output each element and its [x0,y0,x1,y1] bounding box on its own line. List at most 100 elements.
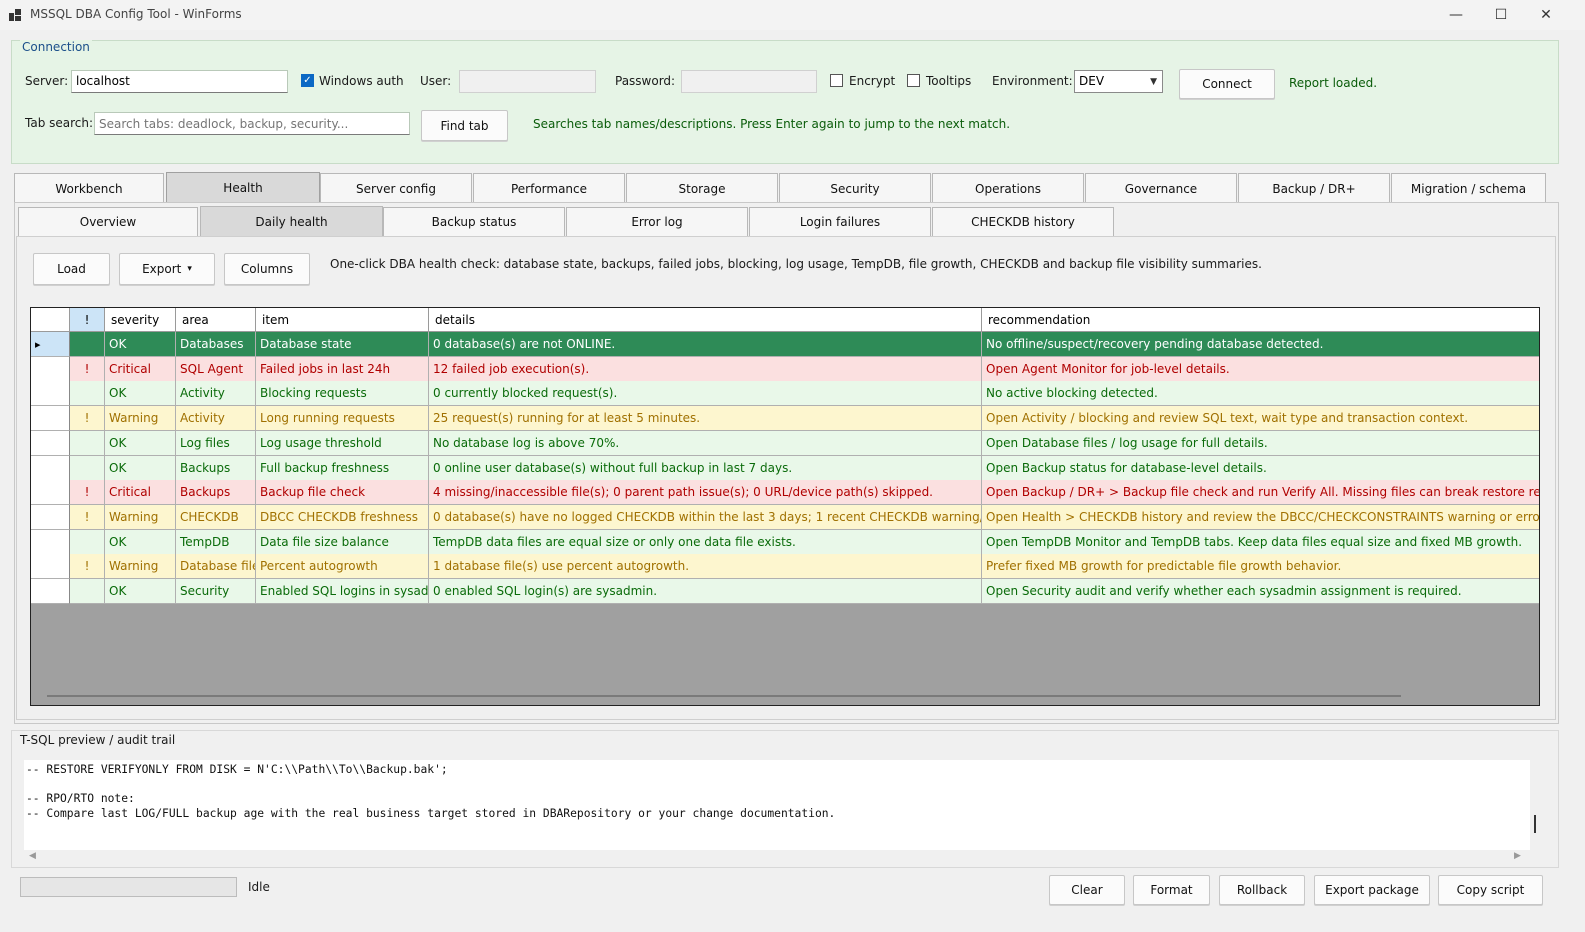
maximize-button[interactable]: ☐ [1478,0,1524,30]
cell-area[interactable]: Activity [176,406,256,432]
cell-details[interactable]: 25 request(s) running for at least 5 min… [429,406,982,432]
tab-health[interactable]: Health [166,172,320,203]
table-row[interactable]: OK TempDB Data file size balance TempDB dat… [31,529,1539,555]
cell-details[interactable]: 0 currently blocked request(s). [429,381,982,407]
cell-recommendation[interactable]: Open Activity / blocking and review SQL … [982,406,1539,432]
environment-select[interactable]: DEV ▼ [1074,70,1163,93]
scroll-left-icon[interactable]: ◀ [29,851,36,861]
tab-operations[interactable]: Operations [932,173,1084,203]
copy-script-button[interactable]: Copy script [1438,875,1543,905]
cell-severity[interactable]: Critical [105,356,176,382]
row-header[interactable] [31,529,70,555]
tab-storage[interactable]: Storage [626,173,778,203]
row-header[interactable] [31,480,70,506]
horizontal-scrollbar[interactable] [47,695,1401,697]
column-header-recommendation[interactable]: recommendation [982,308,1539,332]
cell-details[interactable]: 1 database file(s) use percent autogrowt… [429,554,982,580]
tsql-horizontal-scrollbar[interactable]: ◀ ▶ [24,850,1530,866]
load-button[interactable]: Load [33,253,110,285]
cell-severity[interactable]: Warning [105,554,176,580]
cell-flag[interactable] [70,529,105,555]
cell-area[interactable]: Database files [176,554,256,580]
row-header[interactable]: ▸ [31,332,70,357]
cell-flag[interactable]: ! [70,406,105,432]
column-header-flag[interactable]: ! [70,308,105,332]
row-header[interactable] [31,356,70,382]
row-header[interactable] [31,381,70,407]
cell-recommendation[interactable]: Open Database files / log usage for full… [982,430,1539,456]
tab-search-input[interactable] [94,112,410,135]
cell-flag[interactable] [70,332,105,357]
tab-workbench[interactable]: Workbench [14,173,164,203]
cell-details[interactable]: 0 enabled SQL login(s) are sysadmin. [429,579,982,604]
cell-item[interactable]: Failed jobs in last 24h [256,356,429,382]
cell-area[interactable]: Backups [176,455,256,481]
cell-item[interactable]: Blocking requests [256,381,429,407]
windows-auth-checkbox[interactable]: ✓ [301,74,314,87]
cell-item[interactable]: Log usage threshold [256,430,429,456]
tab-backup-dr[interactable]: Backup / DR+ [1238,173,1390,203]
export-button[interactable]: Export ▾ [119,253,215,285]
tab-governance[interactable]: Governance [1085,173,1237,203]
cell-item[interactable]: Data file size balance [256,529,429,555]
columns-button[interactable]: Columns [224,253,310,285]
cell-area[interactable]: Security [176,579,256,604]
cell-area[interactable]: CHECKDB [176,504,256,530]
cell-item[interactable]: Full backup freshness [256,455,429,481]
cell-recommendation[interactable]: Open Agent Monitor for job-level details… [982,356,1539,382]
cell-severity[interactable]: OK [105,529,176,555]
cell-item[interactable]: Backup file check [256,480,429,506]
cell-severity[interactable]: OK [105,430,176,456]
cell-details[interactable]: No database log is above 70%. [429,430,982,456]
cell-severity[interactable]: OK [105,455,176,481]
cell-details[interactable]: 4 missing/inaccessible file(s); 0 parent… [429,480,982,506]
tab-performance[interactable]: Performance [473,173,625,203]
encrypt-checkbox[interactable] [830,74,843,87]
connect-button[interactable]: Connect [1179,69,1275,99]
cell-area[interactable]: Backups [176,480,256,506]
cell-recommendation[interactable]: Open Health > CHECKDB history and review… [982,504,1539,530]
cell-recommendation[interactable]: Open Backup status for database-level de… [982,455,1539,481]
subtab-checkdb-history[interactable]: CHECKDB history [932,207,1114,237]
cell-flag[interactable] [70,579,105,604]
column-header-severity[interactable]: severity [105,308,176,332]
row-header[interactable] [31,430,70,456]
table-row[interactable]: OK Backups Full backup freshness 0 online u… [31,455,1539,481]
cell-flag[interactable]: ! [70,504,105,530]
cell-flag[interactable] [70,455,105,481]
column-header-area[interactable]: area [176,308,256,332]
rollback-button[interactable]: Rollback [1219,875,1305,905]
table-row[interactable]: OK Log files Log usage threshold No databas… [31,430,1539,456]
cell-severity[interactable]: Warning [105,504,176,530]
find-tab-button[interactable]: Find tab [421,110,508,141]
cell-severity[interactable]: OK [105,579,176,604]
cell-severity[interactable]: OK [105,332,176,357]
password-input[interactable] [681,70,817,93]
row-header[interactable] [31,455,70,481]
health-grid[interactable]: ! severity area item details recommendation ▸… [30,307,1540,706]
cell-area[interactable]: Log files [176,430,256,456]
subtab-backup-status[interactable]: Backup status [383,207,565,237]
subtab-daily-health[interactable]: Daily health [200,206,383,237]
cell-recommendation[interactable]: Prefer fixed MB growth for predictable f… [982,554,1539,580]
row-header[interactable] [31,504,70,530]
row-header[interactable] [31,579,70,604]
cell-details[interactable]: 12 failed job execution(s). [429,356,982,382]
tab-security[interactable]: Security [779,173,931,203]
format-button[interactable]: Format [1133,875,1210,905]
cell-item[interactable]: Long running requests [256,406,429,432]
subtab-login-failures[interactable]: Login failures [749,207,931,237]
row-header[interactable] [31,406,70,432]
table-row[interactable]: ! Warning Activity Long running requests 25 … [31,406,1539,432]
user-input[interactable] [459,70,596,93]
cell-details[interactable]: 0 online user database(s) without full b… [429,455,982,481]
cell-details[interactable]: 0 database(s) have no logged CHECKDB wit… [429,504,982,530]
cell-recommendation[interactable]: No active blocking detected. [982,381,1539,407]
cell-details[interactable]: 0 database(s) are not ONLINE. [429,332,982,357]
cell-flag[interactable] [70,381,105,407]
cell-severity[interactable]: OK [105,381,176,407]
cell-severity[interactable]: Warning [105,406,176,432]
cell-item[interactable]: Enabled SQL logins in sysadmin [256,579,429,604]
cell-details[interactable]: TempDB data files are equal size or only… [429,529,982,555]
table-row[interactable]: ! Critical SQL Agent Failed jobs in last 24… [31,356,1539,382]
